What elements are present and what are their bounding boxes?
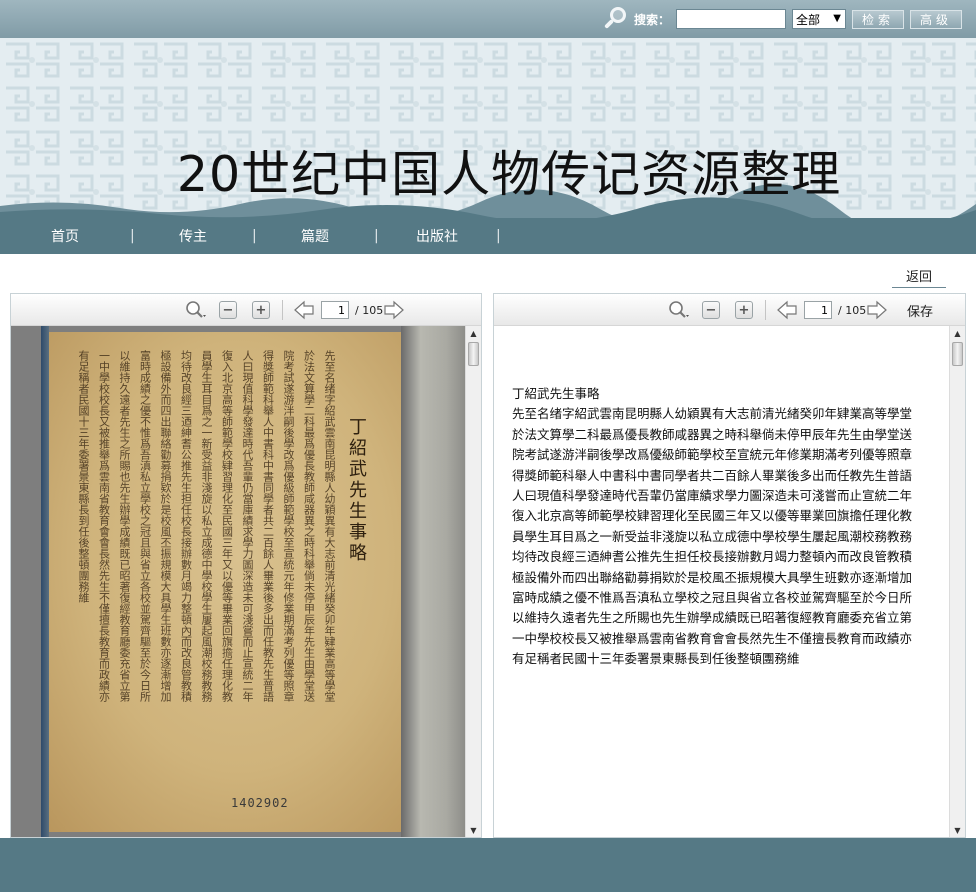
scroll-thumb[interactable] — [468, 342, 479, 366]
scan-text-column: 富時成績之優不惟爲吾滇私立學校之冠且與省立各校並駕齊驅至於今日所 — [138, 350, 151, 702]
text-line: 以維持久遠者先生之所賜也先生辦學成績既已昭著復經教育廳委充省立第 — [512, 610, 913, 626]
text-scrollbar[interactable]: ▲ ▼ — [949, 326, 965, 837]
image-viewport[interactable]: 丁紹武先生事略 先至名绪字紹武雲南昆明縣人幼穎異有大志前清光緒癸卯年肄業高等學堂… — [11, 326, 481, 837]
top-search-bar: 搜索： 全部 ▼ 检索 高级 — [0, 0, 976, 40]
page-number-input[interactable]: 1 — [804, 301, 832, 319]
search-icon — [602, 7, 628, 31]
next-page-icon[interactable] — [865, 300, 889, 320]
search-label: 搜索： — [633, 12, 670, 27]
prev-page-icon[interactable] — [775, 300, 799, 320]
banner: 20世纪中国人物传记资源整理 — [0, 38, 976, 218]
scan-text-column: 極設備外而四出聯絡勸募捐欵於是校風丕振規模大具學生班數亦逐漸增加 — [159, 350, 171, 702]
scan-text-column: 均待改良經三迺紳耆公推先生担任校長接辦數月竭力整頓內而改良管教積 — [179, 350, 192, 702]
text-heading: 丁紹武先生事略 — [512, 386, 600, 401]
scan-text-column: 人曰現值科學發達時代吾輩仍當庫績求學力圖深造未可淺嘗而止宣統二年 — [241, 350, 253, 702]
dropdown-arrow-icon: ▼ — [833, 13, 841, 24]
text-viewport[interactable]: 丁紹武先生事略 先至名绪字紹武雲南昆明縣人幼穎異有大志前清光緒癸卯年肄業高等學堂… — [494, 326, 965, 837]
zoom-in-button[interactable]: + — [735, 301, 753, 319]
site-title: 20世纪中国人物传记资源整理 — [176, 146, 842, 203]
nav-separator: | — [496, 228, 501, 244]
transcribed-text-area: 丁紹武先生事略 先至名绪字紹武雲南昆明縣人幼穎異有大志前清光緒癸卯年肄業高等學堂… — [494, 326, 949, 837]
text-line: 均待改良經三迺紳耆公推先生担任校長接辦數月竭力整頓內而改良管教積 — [512, 549, 913, 565]
back-link[interactable]: 返回 — [892, 266, 946, 288]
search-group: 搜索： 全部 ▼ 检索 高级 — [602, 7, 962, 31]
toolbar-divider — [765, 300, 766, 320]
scroll-down-icon[interactable]: ▼ — [466, 823, 481, 837]
zoom-out-button[interactable]: − — [219, 301, 237, 319]
text-line: 院考試遂游泮嗣後學改爲優級師範學校至宣統元年修業期滿考列優等照章 — [512, 447, 913, 463]
text-line: 先至名绪字紹武雲南昆明縣人幼穎異有大志前清光緒癸卯年肄業高等學堂 — [512, 406, 913, 422]
scan-text-column: 先至名绪字紹武雲南昆明縣人幼穎異有大志前清光緒癸卯年肄業高等學堂 — [323, 350, 335, 702]
scan-text-column: 復入北京高等師範學校肄習理化至民國三年又以優等畢業回旗擔任理化教 — [220, 350, 233, 702]
scroll-down-icon[interactable]: ▼ — [950, 823, 965, 837]
scan-text-column: 一中學校校長又被推舉爲雲南省教育會會長然先生不僅擅長教育而政績亦 — [97, 350, 110, 702]
zoom-mode-icon[interactable] — [666, 300, 692, 320]
text-line: 員學生耳目爲之一新受益非淺旋以私立成德中學校學生屢起風潮校務教務 — [512, 528, 913, 544]
scroll-up-icon[interactable]: ▲ — [950, 326, 965, 340]
text-line: 得獎師範科舉人中書科中書同學者共二百餘人畢業後多出而任教先生普語 — [512, 467, 913, 483]
text-viewer-toolbar: − + 1 / 105 保存 — [494, 294, 965, 326]
search-button[interactable]: 检索 — [852, 9, 904, 29]
text-line: 於法文算學二科最爲優長教師咸器異之時科舉倘未停甲辰年先生由學堂送 — [512, 426, 913, 442]
page-number-input[interactable]: 1 — [321, 301, 349, 319]
text-line: 復入北京高等師範學校肄習理化至民國三年又以優等畢業回旗擔任理化教 — [512, 508, 913, 524]
search-scope-value: 全部 — [796, 12, 821, 27]
scan-catalog-number: 1402902 — [231, 796, 289, 810]
transcribed-text: 丁紹武先生事略 先至名绪字紹武雲南昆明縣人幼穎異有大志前清光緒癸卯年肄業高等學堂… — [512, 384, 942, 670]
next-page-icon[interactable] — [382, 300, 406, 320]
prev-page-icon[interactable] — [292, 300, 316, 320]
text-line: 一中學校校長又被推舉爲雲南省教育會會長然先生不僅擅長教育而政績亦 — [512, 630, 913, 646]
nav-home[interactable]: 首页 — [0, 226, 130, 246]
scan-text-column: 以維持久遠者先生之所賜也先生辦學成績既已昭著復經教育廳委充省立第 — [118, 350, 130, 702]
scan-text-column: 得獎師範科舉人中書科中書同學者共二百餘人畢業後多出而任教先生普語 — [261, 350, 274, 702]
zoom-out-button[interactable]: − — [702, 301, 720, 319]
scan-text-column: 於法文算學二科最爲優長教師咸器異之時科舉倘未停甲辰年先生由學堂送 — [302, 350, 315, 702]
nav-publisher[interactable]: 出版社 — [378, 226, 496, 246]
save-button[interactable]: 保存 — [907, 301, 933, 320]
advanced-search-button[interactable]: 高级 — [910, 9, 962, 29]
image-viewer-panel: − + 1 / 105 丁紹武先生事略 先至名绪字紹武雲南昆明縣人幼穎異有大志前… — [10, 293, 482, 838]
text-line: 富時成績之優不惟爲吾滇私立學校之冠且與省立各校並駕齊驅至於今日所 — [512, 590, 913, 606]
text-viewer-panel: − + 1 / 105 保存 丁紹武先生事略 先至名绪字紹武雲南昆明縣人幼穎異有… — [493, 293, 966, 838]
zoom-mode-icon[interactable] — [183, 300, 209, 320]
image-scrollbar[interactable]: ▲ ▼ — [465, 326, 481, 837]
toolbar-divider — [282, 300, 283, 320]
search-scope-select[interactable]: 全部 ▼ — [792, 9, 846, 29]
scan-text-column: 員學生耳目爲之一新受益非淺旋以私立成德中學校學生屢起風潮校務教務 — [200, 350, 212, 702]
text-line: 有足稱者民國十三年委署景東縣長到任後整頓團務維 — [512, 651, 800, 667]
scroll-thumb[interactable] — [952, 342, 963, 366]
search-input[interactable] — [676, 9, 786, 29]
scan-text-column: 有足稱者民國十三年委署景東縣長到任後整頓團務維 — [77, 350, 89, 603]
footer-bar — [0, 838, 976, 892]
zoom-in-button[interactable]: + — [252, 301, 270, 319]
page: 搜索： 全部 ▼ 检索 高级 20世纪中国人物传记资源整理 首页 | 传主 | … — [0, 0, 976, 892]
text-line: 人曰現值科學發達時代吾輩仍當庫績求學力圖深造未可淺嘗而止宣統二年 — [512, 488, 913, 504]
nav-biographee[interactable]: 传主 — [134, 226, 252, 246]
scanned-page-image: 丁紹武先生事略 先至名绪字紹武雲南昆明縣人幼穎異有大志前清光緒癸卯年肄業高等學堂… — [11, 326, 466, 837]
main-nav: 首页 | 传主 | 篇题 | 出版社 | — [0, 218, 976, 254]
image-viewer-toolbar: − + 1 / 105 — [11, 294, 481, 326]
scan-title: 丁紹武先生事略 — [346, 417, 367, 564]
scroll-up-icon[interactable]: ▲ — [466, 326, 481, 340]
nav-title[interactable]: 篇题 — [256, 226, 374, 246]
text-line: 極設備外而四出聯絡勸募捐欵於是校風丕振規模大具學生班數亦逐漸增加 — [512, 569, 913, 585]
page-total: / 105 — [355, 303, 384, 317]
page-total: / 105 — [838, 303, 867, 317]
scan-text-column: 院考試遂游泮嗣後學改爲優級師範學校至宣統元年修業期滿考列優等照章 — [282, 350, 294, 702]
